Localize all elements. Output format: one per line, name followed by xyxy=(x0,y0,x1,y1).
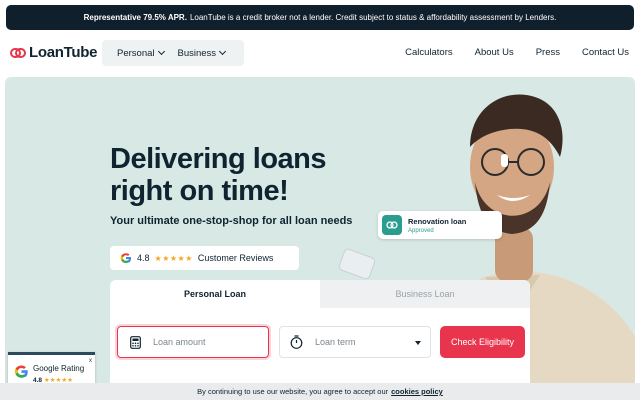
hero-title-line2: right on time! xyxy=(110,175,289,207)
close-icon[interactable]: x xyxy=(89,358,92,364)
disclaimer-bar: Representative 79.5% APR. LoanTube is a … xyxy=(6,5,634,30)
stopwatch-icon xyxy=(290,335,303,349)
google-g-icon xyxy=(120,253,131,263)
loantube-logo-icon xyxy=(10,47,26,58)
loan-amount-field[interactable]: Loan amount xyxy=(117,326,269,358)
caret-down-icon xyxy=(415,341,421,345)
check-eligibility-button[interactable]: Check Eligibility xyxy=(440,326,525,358)
nav-press[interactable]: Press xyxy=(536,47,560,58)
cookie-banner: By continuing to use our website, you ag… xyxy=(0,383,640,400)
logo-text: LoanTube xyxy=(29,44,98,61)
approval-badge: Renovation loan Approved xyxy=(378,211,502,239)
business-label: Business xyxy=(177,47,217,59)
audience-switcher: Personal Business xyxy=(102,40,244,66)
google-rating-title: Google Rating xyxy=(33,364,85,373)
personal-dropdown[interactable]: Personal xyxy=(117,47,165,59)
hero-title: Delivering loans right on time! xyxy=(110,143,327,207)
loan-term-select[interactable]: Loan term xyxy=(279,326,431,358)
badge-title: Renovation loan xyxy=(408,216,467,226)
reviews-widget[interactable]: 4.8 ★★★★★ Customer Reviews xyxy=(110,246,299,270)
cookie-text: By continuing to use our website, you ag… xyxy=(197,387,389,396)
hero-section: Delivering loans right on time! Your ult… xyxy=(5,77,635,387)
star-icon: ★★★★★ xyxy=(154,253,193,263)
loan-tabs: Personal Loan Business Loan xyxy=(110,280,530,308)
apr-text: Representative 79.5% APR. xyxy=(83,13,187,22)
nav-contact-us[interactable]: Contact Us xyxy=(582,47,629,58)
site-header: LoanTube Personal Business Calculators A… xyxy=(0,38,640,70)
link-icon xyxy=(382,215,402,235)
review-rating: 4.8 xyxy=(137,253,150,263)
loan-term-placeholder: Loan term xyxy=(315,337,356,347)
loan-form: Personal Loan Business Loan Loan amount … xyxy=(110,280,530,387)
disclaimer-text: LoanTube is a credit broker not a lender… xyxy=(189,13,557,22)
main-nav: Calculators About Us Press Contact Us xyxy=(405,47,629,58)
tab-business-loan[interactable]: Business Loan xyxy=(320,280,530,308)
cookies-policy-link[interactable]: cookies policy xyxy=(391,387,443,396)
calculator-icon xyxy=(130,335,141,349)
nav-calculators[interactable]: Calculators xyxy=(405,47,453,58)
business-dropdown[interactable]: Business xyxy=(177,47,227,59)
review-label: Customer Reviews xyxy=(197,253,274,263)
badge-status: Approved xyxy=(408,227,434,234)
chevron-down-icon xyxy=(219,47,227,56)
loan-amount-placeholder: Loan amount xyxy=(153,337,206,347)
hero-subtitle: Your ultimate one-stop-shop for all loan… xyxy=(110,215,353,227)
chevron-down-icon xyxy=(157,47,165,56)
tab-personal-loan[interactable]: Personal Loan xyxy=(110,280,320,308)
google-rating-widget[interactable]: x Google Rating 4.8 ★★★★★ xyxy=(8,352,95,386)
google-g-icon xyxy=(14,365,28,378)
logo[interactable]: LoanTube xyxy=(10,44,97,61)
personal-label: Personal xyxy=(117,47,155,59)
nav-about-us[interactable]: About Us xyxy=(475,47,514,58)
hero-title-line1: Delivering loans xyxy=(110,143,327,175)
